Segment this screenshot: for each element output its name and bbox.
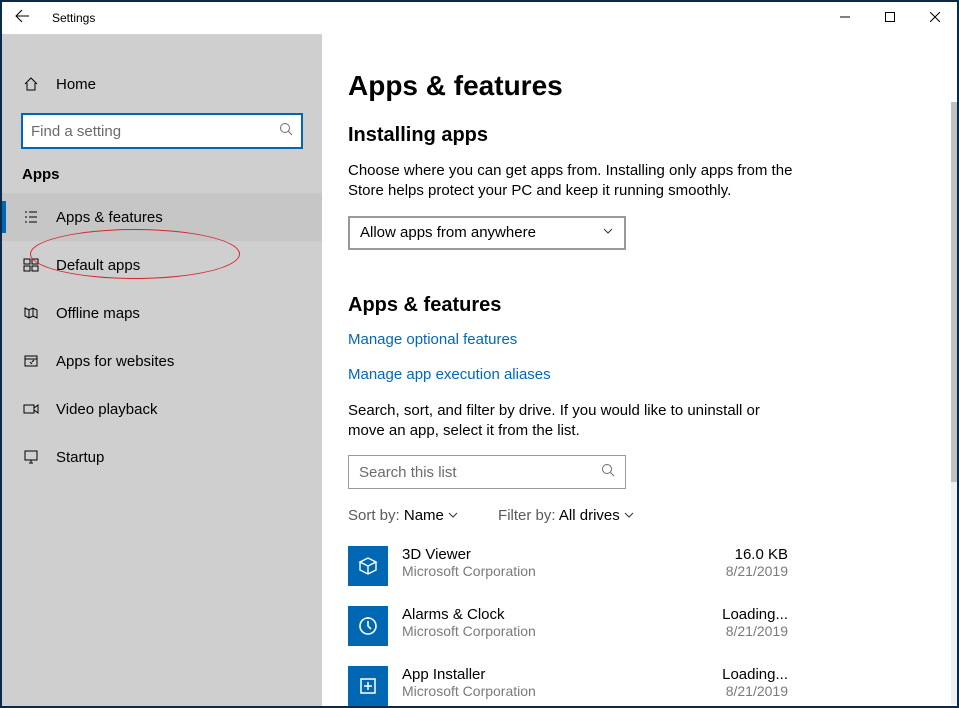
link-execution-aliases[interactable]: Manage app execution aliases	[348, 366, 931, 383]
search-icon	[601, 463, 615, 482]
combo-value: Allow apps from anywhere	[360, 224, 536, 241]
close-button[interactable]	[912, 2, 957, 32]
sidebar-group-heading: Apps	[2, 166, 322, 193]
sidebar-item-apps-for-websites[interactable]: Apps for websites	[2, 337, 322, 385]
sidebar-item-label: Apps for websites	[56, 353, 174, 370]
sort-by-control[interactable]: Sort by: Name	[348, 507, 458, 524]
sidebar-item-label: Startup	[56, 449, 104, 466]
content-scroll-thumb[interactable]	[951, 102, 957, 482]
app-row[interactable]: Alarms & Clock Microsoft Corporation Loa…	[348, 606, 788, 646]
sidebar-item-video-playback[interactable]: Video playback	[2, 385, 322, 433]
app-size: Loading...	[698, 666, 788, 683]
installing-heading: Installing apps	[348, 124, 931, 147]
app-search-input[interactable]	[359, 464, 601, 481]
app-name: App Installer	[402, 666, 684, 683]
video-playback-icon	[22, 401, 40, 417]
app-date: 8/21/2019	[698, 563, 788, 579]
install-source-combo[interactable]: Allow apps from anywhere	[348, 216, 626, 250]
app-search[interactable]	[348, 455, 626, 489]
app-publisher: Microsoft Corporation	[402, 683, 684, 699]
app-row[interactable]: 3D Viewer Microsoft Corporation 16.0 KB …	[348, 546, 788, 586]
offline-maps-icon	[22, 305, 40, 321]
sidebar-item-startup[interactable]: Startup	[2, 433, 322, 481]
home-icon	[22, 76, 40, 92]
sidebar-item-label: Video playback	[56, 401, 157, 418]
content-area: Apps & features Installing apps Choose w…	[322, 34, 957, 706]
chevron-down-icon	[448, 507, 458, 524]
sort-label: Sort by:	[348, 507, 400, 524]
sidebar-item-label: Apps & features	[56, 209, 163, 226]
chevron-down-icon	[624, 507, 634, 524]
apps-list-heading: Apps & features	[348, 294, 931, 317]
app-name: Alarms & Clock	[402, 606, 684, 623]
back-icon[interactable]	[14, 8, 30, 29]
sidebar-home-label: Home	[56, 76, 96, 93]
sidebar-item-label: Offline maps	[56, 305, 140, 322]
app-tile-icon	[348, 666, 388, 706]
startup-icon	[22, 449, 40, 465]
minimize-button[interactable]	[822, 2, 867, 32]
app-name: 3D Viewer	[402, 546, 684, 563]
app-tile-icon	[348, 606, 388, 646]
sidebar-item-apps-features[interactable]: Apps & features	[2, 193, 322, 241]
chevron-down-icon	[602, 224, 614, 241]
search-input[interactable]	[31, 123, 279, 140]
sidebar: Home Apps Apps & features	[2, 34, 322, 706]
app-date: 8/21/2019	[698, 623, 788, 639]
list-desc: Search, sort, and filter by drive. If yo…	[348, 401, 768, 442]
filter-label: Filter by:	[498, 507, 556, 524]
app-publisher: Microsoft Corporation	[402, 563, 684, 579]
apps-features-icon	[22, 209, 40, 225]
sidebar-home[interactable]: Home	[2, 62, 322, 106]
filter-by-control[interactable]: Filter by: All drives	[498, 507, 634, 524]
filter-value: All drives	[559, 507, 620, 524]
app-row[interactable]: App Installer Microsoft Corporation Load…	[348, 666, 788, 706]
sort-value: Name	[404, 507, 444, 524]
installing-desc: Choose where you can get apps from. Inst…	[348, 161, 798, 202]
search-icon	[279, 122, 293, 141]
sidebar-item-offline-maps[interactable]: Offline maps	[2, 289, 322, 337]
app-size: Loading...	[698, 606, 788, 623]
app-date: 8/21/2019	[698, 683, 788, 699]
sidebar-search[interactable]	[22, 114, 302, 148]
link-optional-features[interactable]: Manage optional features	[348, 331, 931, 348]
apps-for-websites-icon	[22, 353, 40, 369]
default-apps-icon	[22, 257, 40, 273]
sidebar-item-label: Default apps	[56, 257, 140, 274]
app-publisher: Microsoft Corporation	[402, 623, 684, 639]
maximize-button[interactable]	[867, 2, 912, 32]
app-tile-icon	[348, 546, 388, 586]
page-title: Apps & features	[348, 70, 931, 102]
sidebar-item-default-apps[interactable]: Default apps	[2, 241, 322, 289]
window-title: Settings	[52, 11, 95, 25]
app-size: 16.0 KB	[698, 546, 788, 563]
titlebar: Settings	[2, 2, 957, 34]
